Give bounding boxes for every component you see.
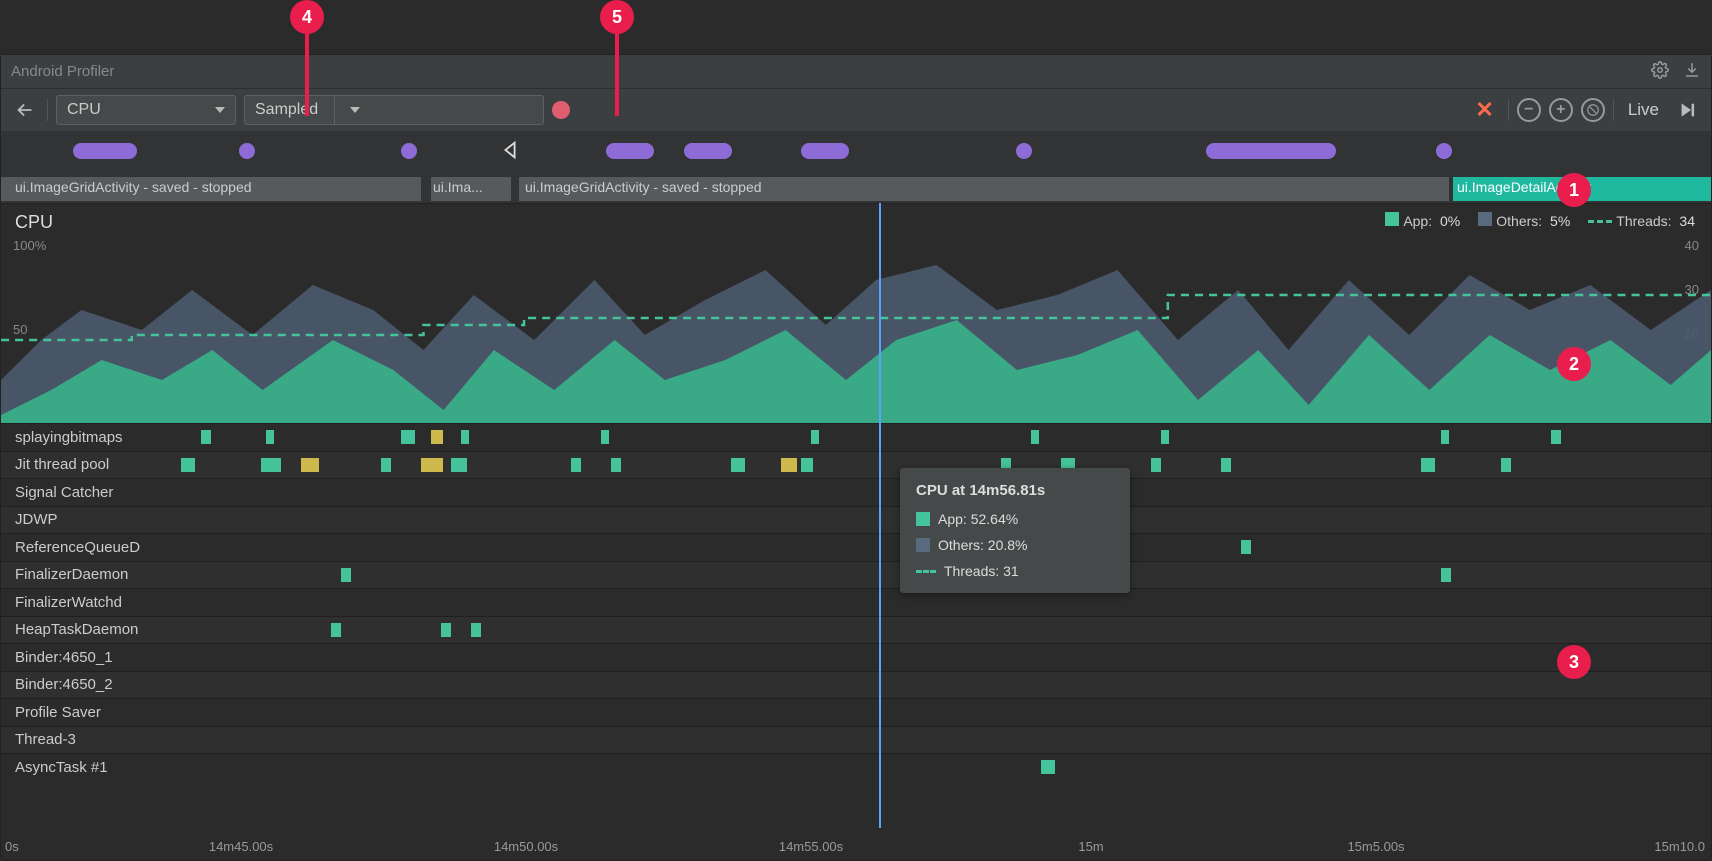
- separator: [1508, 99, 1509, 121]
- thread-name: Signal Catcher: [1, 484, 171, 501]
- chart-title: CPU: [15, 212, 53, 233]
- back-button[interactable]: [11, 96, 39, 124]
- tooltip-dashes-threads: [916, 570, 936, 573]
- touch-event: [1016, 143, 1032, 159]
- thread-name: JDWP: [1, 511, 171, 528]
- thread-row[interactable]: JDWP: [1, 506, 1711, 534]
- window-title: Android Profiler: [11, 63, 114, 80]
- touch-event: [1436, 143, 1452, 159]
- thread-row[interactable]: Thread-3: [1, 726, 1711, 754]
- tooltip-swatch-others: [916, 538, 930, 552]
- activity-timeline[interactable]: ui.ImageGridActivity - saved - stopped u…: [1, 175, 1711, 203]
- chevron-down-icon: [215, 107, 225, 113]
- thread-name: AsyncTask #1: [1, 759, 171, 776]
- trace-type-select[interactable]: Sampled: [244, 95, 544, 125]
- thread-name: Binder:4650_1: [1, 649, 171, 666]
- profiler-select[interactable]: CPU: [56, 95, 236, 125]
- activity-label: ui.ImageGridActivity - saved - stopped: [525, 179, 762, 195]
- thread-list[interactable]: splayingbitmaps Jit thread pool: [1, 423, 1711, 860]
- thread-row[interactable]: Binder:4650_1: [1, 643, 1711, 671]
- touch-event: [684, 143, 732, 159]
- legend-swatch-others: [1478, 212, 1492, 226]
- touch-event: [73, 143, 137, 159]
- touch-event: [239, 143, 255, 159]
- thread-row[interactable]: Profile Saver: [1, 698, 1711, 726]
- legend-dashes-threads: [1588, 220, 1612, 223]
- chart-plot: [1, 240, 1711, 424]
- profiler-window: Android Profiler CPU Sampled ✕ − +: [0, 54, 1712, 861]
- cpu-chart[interactable]: CPU App: 0% Others: 5% Threads: 34 100% …: [1, 203, 1711, 423]
- touch-event: [801, 143, 849, 159]
- toolbar: CPU Sampled ✕ − + Live: [1, 89, 1711, 131]
- thread-name: splayingbitmaps: [1, 429, 171, 446]
- thread-name: FinalizerWatchd: [1, 594, 171, 611]
- legend-swatch-app: [1385, 212, 1399, 226]
- thread-row[interactable]: Jit thread pool: [1, 451, 1711, 479]
- thread-name: Jit thread pool: [1, 456, 171, 473]
- thread-row[interactable]: Binder:4650_2: [1, 671, 1711, 699]
- thread-row[interactable]: splayingbitmaps: [1, 423, 1711, 451]
- record-button[interactable]: [552, 101, 570, 119]
- touch-event: [401, 143, 417, 159]
- thread-row[interactable]: Signal Catcher: [1, 478, 1711, 506]
- thread-row[interactable]: HeapTaskDaemon: [1, 616, 1711, 644]
- live-label: Live: [1622, 100, 1665, 120]
- activity-label: ui.Ima...: [433, 179, 483, 195]
- thread-track: [171, 424, 1711, 451]
- activity-label: ui.ImageGridActivity - saved - stopped: [15, 179, 252, 195]
- gear-icon[interactable]: [1651, 61, 1669, 83]
- cpu-tooltip: CPU at 14m56.81s App: 52.64% Others: 20.…: [900, 468, 1130, 593]
- thread-name: Thread-3: [1, 731, 171, 748]
- event-timeline[interactable]: [1, 131, 1711, 175]
- separator: [1613, 99, 1614, 121]
- callout-3: 3: [1557, 645, 1591, 679]
- thread-name: FinalizerDaemon: [1, 566, 171, 583]
- thread-name: Binder:4650_2: [1, 676, 171, 693]
- callout-1: 1: [1557, 173, 1591, 207]
- callout-5: 5: [600, 0, 634, 34]
- tooltip-swatch-app: [916, 512, 930, 526]
- separator: [47, 99, 48, 121]
- callout-5-stem: [615, 34, 619, 116]
- back-event-icon: [499, 139, 521, 164]
- thread-row[interactable]: AsyncTask #1: [1, 753, 1711, 781]
- profiler-select-label: CPU: [67, 101, 101, 119]
- reset-zoom-button[interactable]: [1581, 98, 1605, 122]
- callout-2: 2: [1557, 347, 1591, 381]
- chart-legend: App: 0% Others: 5% Threads: 34: [1385, 212, 1695, 229]
- thread-name: ReferenceQueueD: [1, 539, 171, 556]
- zoom-out-button[interactable]: −: [1517, 98, 1541, 122]
- callout-4: 4: [290, 0, 324, 34]
- go-live-button[interactable]: [1673, 96, 1701, 124]
- thread-name: HeapTaskDaemon: [1, 621, 171, 638]
- thread-row[interactable]: FinalizerDaemon: [1, 561, 1711, 589]
- time-axis: 0s 14m45.00s 14m50.00s 14m55.00s 15m 15m…: [1, 830, 1711, 860]
- thread-name: Profile Saver: [1, 704, 171, 721]
- download-icon[interactable]: [1683, 61, 1701, 83]
- chevron-down-icon: [350, 107, 360, 113]
- touch-event: [1206, 143, 1336, 159]
- callout-4-stem: [305, 34, 309, 116]
- tooltip-title: CPU at 14m56.81s: [916, 482, 1114, 499]
- touch-event: [606, 143, 654, 159]
- thread-row[interactable]: FinalizerWatchd: [1, 588, 1711, 616]
- zoom-in-button[interactable]: +: [1549, 98, 1573, 122]
- thread-row[interactable]: ReferenceQueueD: [1, 533, 1711, 561]
- titlebar: Android Profiler: [1, 55, 1711, 89]
- close-button[interactable]: ✕: [1469, 97, 1499, 123]
